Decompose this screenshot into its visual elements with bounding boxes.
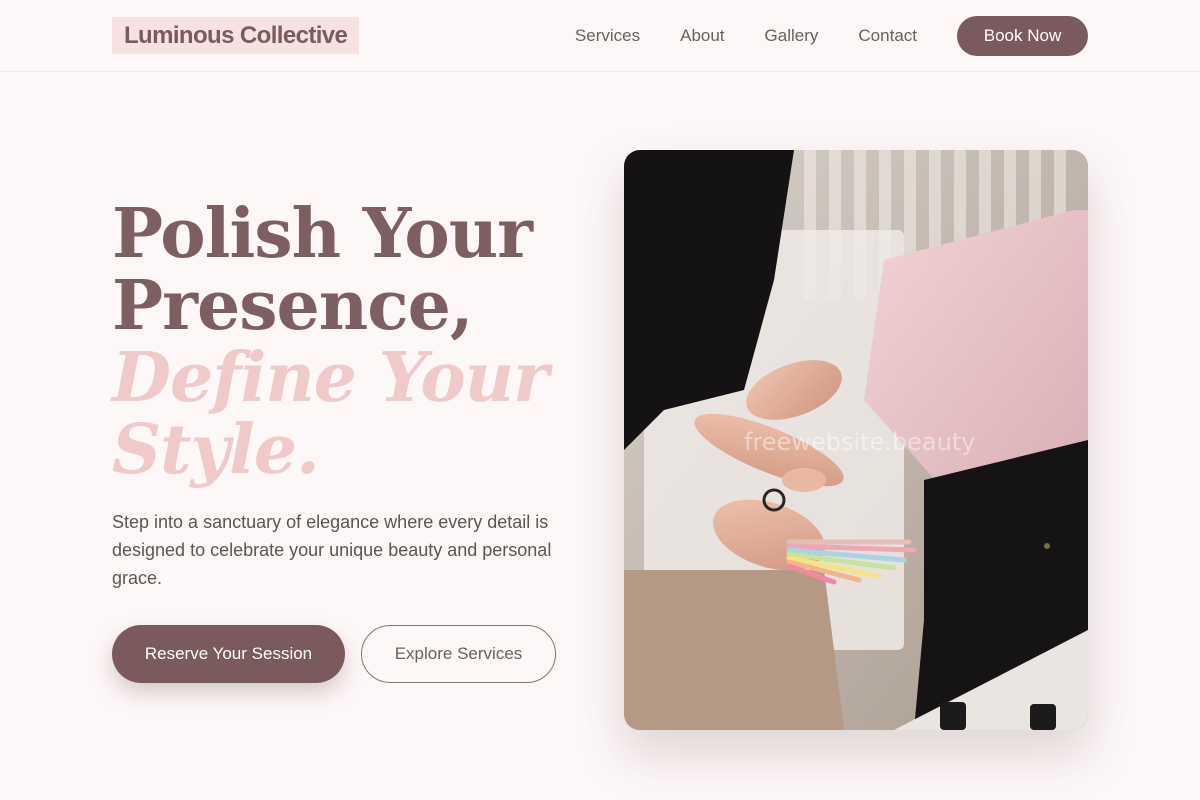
nav-link-about[interactable]: About <box>680 26 724 46</box>
main-nav: Services About Gallery Contact Book Now <box>575 16 1088 56</box>
explore-services-button[interactable]: Explore Services <box>361 625 556 683</box>
reserve-session-button[interactable]: Reserve Your Session <box>112 625 345 683</box>
hero-title: Polish Your Presence, Define Your Style. <box>112 198 582 486</box>
nav-link-gallery[interactable]: Gallery <box>765 26 819 46</box>
nav-link-services[interactable]: Services <box>575 26 640 46</box>
hero-subtitle: Step into a sanctuary of elegance where … <box>112 512 552 588</box>
site-header: Luminous Collective Services About Galle… <box>0 0 1200 72</box>
nail-color-swatches-photo <box>624 150 1088 730</box>
nav-link-contact[interactable]: Contact <box>858 26 917 46</box>
hero-title-line-2: Presence, <box>112 266 474 346</box>
book-now-button[interactable]: Book Now <box>957 16 1088 56</box>
hero-title-line-1: Polish Your <box>112 194 533 274</box>
hero-image <box>624 150 1088 730</box>
site-logo[interactable]: Luminous Collective <box>112 17 360 54</box>
hero-title-line-3: Define Your <box>112 338 549 418</box>
hero-title-line-4: Style. <box>112 410 320 490</box>
